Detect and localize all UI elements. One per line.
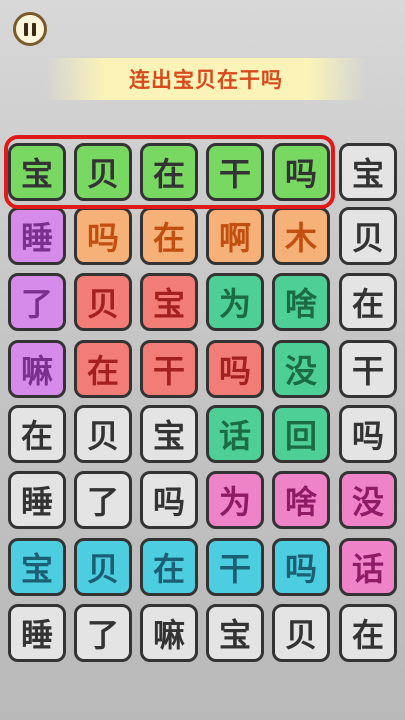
grid-tile[interactable]: 干 bbox=[206, 538, 264, 596]
grid-tile[interactable]: 贝 bbox=[74, 405, 132, 463]
grid-tile[interactable]: 吗 bbox=[339, 405, 397, 463]
word-grid: 宝贝在干吗宝睡吗在啊木贝了贝宝为啥在嘛在干吗没干在贝宝话回吗睡了吗为啥没宝贝在干… bbox=[0, 0, 405, 720]
grid-tile[interactable]: 嘛 bbox=[8, 340, 66, 398]
grid-tile[interactable]: 贝 bbox=[272, 604, 330, 662]
grid-tile[interactable]: 了 bbox=[74, 471, 132, 529]
grid-tile[interactable]: 话 bbox=[206, 405, 264, 463]
grid-tile[interactable]: 吗 bbox=[206, 340, 264, 398]
grid-tile[interactable]: 宝 bbox=[140, 405, 198, 463]
grid-tile[interactable]: 嘛 bbox=[140, 604, 198, 662]
grid-tile[interactable]: 回 bbox=[272, 405, 330, 463]
grid-tile[interactable]: 木 bbox=[272, 207, 330, 265]
grid-tile[interactable]: 宝 bbox=[339, 143, 397, 201]
grid-tile[interactable]: 在 bbox=[74, 340, 132, 398]
grid-tile[interactable]: 为 bbox=[206, 471, 264, 529]
grid-tile[interactable]: 睡 bbox=[8, 207, 66, 265]
grid-tile[interactable]: 在 bbox=[140, 538, 198, 596]
grid-tile[interactable]: 贝 bbox=[74, 273, 132, 331]
grid-tile[interactable]: 啊 bbox=[206, 207, 264, 265]
grid-tile[interactable]: 干 bbox=[140, 340, 198, 398]
grid-tile[interactable]: 宝 bbox=[206, 604, 264, 662]
grid-tile[interactable]: 吗 bbox=[272, 538, 330, 596]
grid-tile[interactable]: 没 bbox=[272, 340, 330, 398]
grid-tile[interactable]: 睡 bbox=[8, 471, 66, 529]
grid-tile[interactable]: 了 bbox=[8, 273, 66, 331]
grid-tile[interactable]: 吗 bbox=[140, 471, 198, 529]
grid-tile[interactable]: 在 bbox=[8, 405, 66, 463]
grid-tile[interactable]: 啥 bbox=[272, 471, 330, 529]
grid-tile[interactable]: 睡 bbox=[8, 604, 66, 662]
connected-word-highlight bbox=[4, 135, 335, 209]
grid-tile[interactable]: 啥 bbox=[272, 273, 330, 331]
grid-tile[interactable]: 宝 bbox=[8, 538, 66, 596]
grid-tile[interactable]: 为 bbox=[206, 273, 264, 331]
grid-tile[interactable]: 没 bbox=[339, 471, 397, 529]
grid-tile[interactable]: 在 bbox=[140, 207, 198, 265]
grid-tile[interactable]: 贝 bbox=[74, 538, 132, 596]
grid-tile[interactable]: 吗 bbox=[74, 207, 132, 265]
grid-tile[interactable]: 干 bbox=[339, 340, 397, 398]
grid-tile[interactable]: 贝 bbox=[339, 207, 397, 265]
grid-tile[interactable]: 宝 bbox=[140, 273, 198, 331]
grid-tile[interactable]: 在 bbox=[339, 273, 397, 331]
grid-tile[interactable]: 在 bbox=[339, 604, 397, 662]
grid-tile[interactable]: 了 bbox=[74, 604, 132, 662]
grid-tile[interactable]: 话 bbox=[339, 538, 397, 596]
